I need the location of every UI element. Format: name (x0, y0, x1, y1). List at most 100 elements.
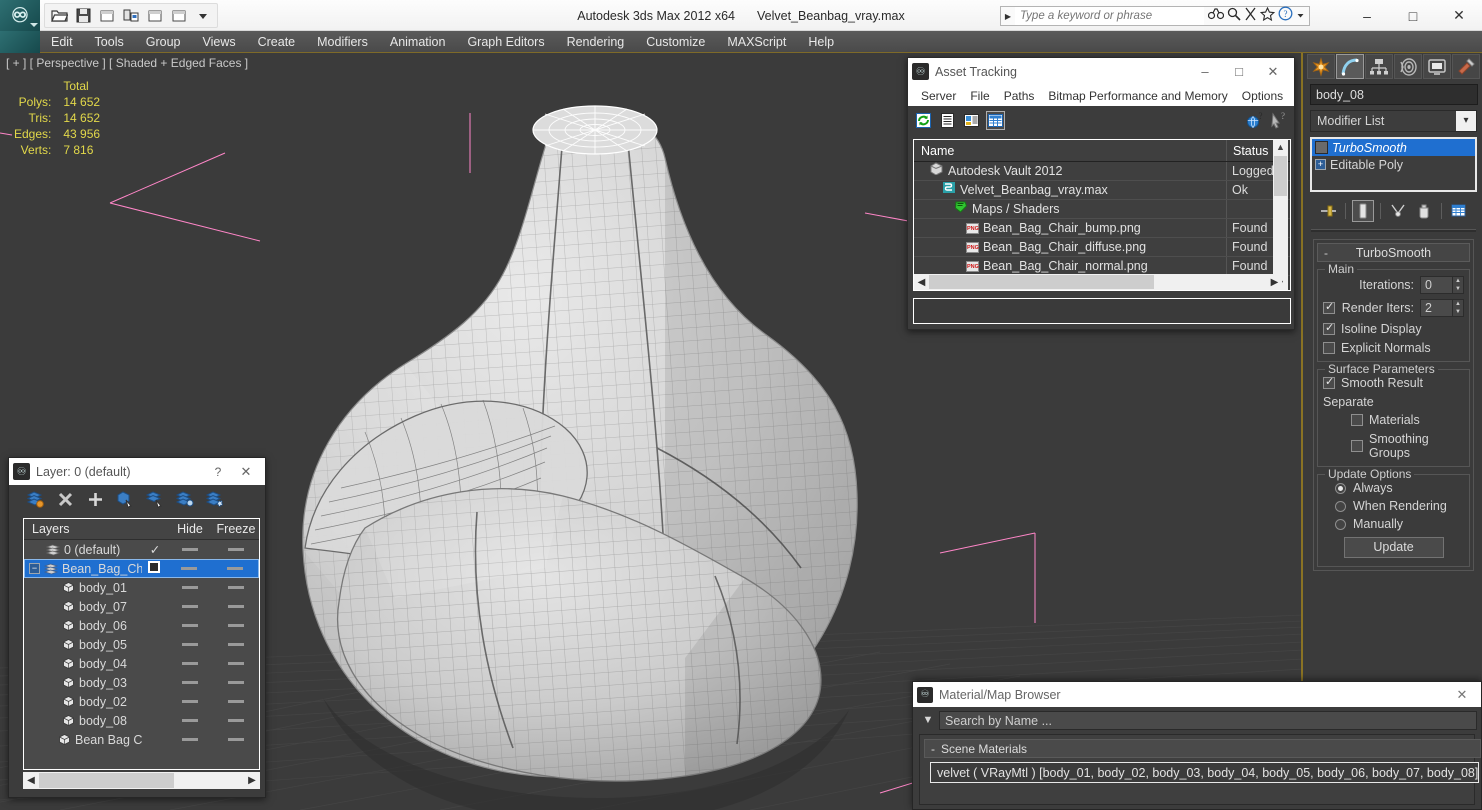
layer-properties-icon[interactable] (205, 489, 225, 509)
undo-icon[interactable] (97, 6, 117, 25)
layer-row-bean-bag-chair-object[interactable]: Bean Bag Chair (24, 730, 259, 749)
materials-checkbox[interactable] (1351, 414, 1363, 426)
smoothing-groups-checkbox[interactable] (1351, 440, 1363, 452)
asset-row-max-file[interactable]: Velvet_Beanbag_vray.max Ok (914, 181, 1290, 200)
menu-item-maxscript[interactable]: MAXScript (716, 31, 797, 53)
scroll-thumb[interactable] (1274, 156, 1287, 196)
asset-menu-options[interactable]: Options (1235, 89, 1290, 103)
iterations-spinner-arrows[interactable]: ▲ ▼ (1453, 276, 1464, 294)
update-manually-row[interactable]: Manually (1323, 517, 1464, 531)
freeze-toggle[interactable] (213, 662, 259, 665)
layer-row-body-08[interactable]: body_08 (24, 711, 259, 730)
hide-toggle[interactable] (167, 605, 213, 608)
scroll-right-icon[interactable]: ▶ (244, 775, 260, 786)
layer-current-check[interactable] (142, 561, 166, 576)
asset-list-horizontal-scrollbar[interactable]: ◀ ▶ (914, 274, 1282, 290)
isoline-display-checkbox[interactable] (1323, 321, 1335, 335)
update-manually-radio[interactable] (1335, 518, 1346, 530)
help-circle-icon[interactable]: ? (1278, 6, 1293, 26)
asset-menu-paths[interactable]: Paths (997, 89, 1042, 103)
layer-list[interactable]: Layers Hide Freeze 0 (default) ✓ − Bean_… (23, 518, 260, 770)
asset-row-bump-png[interactable]: PNG Bean_Bag_Chair_bump.png Found (914, 219, 1290, 238)
detail-view-icon[interactable] (962, 111, 981, 130)
scroll-thumb[interactable] (39, 773, 174, 788)
info-center-search[interactable]: ▶ ? (1000, 6, 1310, 26)
binoculars-icon[interactable] (1207, 7, 1225, 25)
layer-row-bean-bag-chair[interactable]: − Bean_Bag_Chair (24, 559, 259, 578)
explicit-normals-row[interactable]: Explicit Normals (1323, 341, 1464, 355)
smooth-result-row[interactable]: Smooth Result (1323, 375, 1464, 390)
menu-item-group[interactable]: Group (135, 31, 192, 53)
refresh-icon[interactable] (914, 111, 933, 130)
render-iters-spinner[interactable]: 2 ▲ ▼ (1420, 299, 1464, 317)
asset-menu-bitmap-performance[interactable]: Bitmap Performance and Memory (1041, 89, 1234, 103)
freeze-toggle[interactable] (213, 605, 259, 608)
materials-row[interactable]: Materials (1323, 413, 1464, 427)
asset-tracking-minimize-button[interactable]: – (1188, 59, 1222, 85)
freeze-toggle[interactable] (213, 738, 259, 741)
create-tab[interactable] (1307, 54, 1335, 79)
freeze-toggle[interactable] (213, 681, 259, 684)
group-collapse-icon[interactable]: - (931, 742, 935, 756)
hide-toggle[interactable] (167, 624, 213, 627)
hide-toggle[interactable] (167, 643, 213, 646)
qat-dropdown-icon[interactable] (193, 6, 213, 25)
layer-row-body-04[interactable]: body_04 (24, 654, 259, 673)
freeze-toggle[interactable] (213, 586, 259, 589)
layer-row-body-07[interactable]: body_07 (24, 597, 259, 616)
save-file-icon[interactable] (73, 6, 93, 25)
app-logo-button[interactable]: ♾ (0, 0, 40, 31)
layer-row-body-03[interactable]: body_03 (24, 673, 259, 692)
app-menu-caret-icon[interactable] (30, 23, 38, 27)
hide-toggle[interactable] (167, 548, 213, 551)
rollout-collapse-icon[interactable]: - (1318, 246, 1334, 260)
asset-tracking-dialog[interactable]: ♾ Asset Tracking – □ ✕ Server File Paths… (907, 57, 1295, 330)
hide-toggle[interactable] (167, 662, 213, 665)
freeze-toggle[interactable] (213, 643, 259, 646)
layer-list-horizontal-scrollbar[interactable]: ◀ ▶ (23, 772, 260, 789)
favorites-star-icon[interactable] (1259, 6, 1276, 26)
chevron-down-icon[interactable]: ▾ (1456, 111, 1476, 131)
pin-stack-icon[interactable] (1317, 200, 1339, 222)
expand-plus-icon[interactable]: + (1315, 159, 1326, 170)
material-item-velvet[interactable]: velvet ( VRayMtl ) [body_01, body_02, bo… (930, 762, 1480, 783)
window-maximize-button[interactable]: □ (1390, 0, 1436, 31)
iterations-spinner[interactable]: 0 ▲ ▼ (1420, 276, 1464, 294)
freeze-toggle[interactable] (212, 567, 258, 570)
menu-item-customize[interactable]: Customize (635, 31, 716, 53)
menu-item-views[interactable]: Views (191, 31, 246, 53)
layer-row-body-02[interactable]: body_02 (24, 692, 259, 711)
freeze-toggle[interactable] (213, 719, 259, 722)
search-input[interactable]: Search by Name ... (939, 710, 1477, 730)
scroll-right-icon[interactable]: ▶ (1267, 277, 1282, 288)
remove-modifier-icon[interactable] (1413, 200, 1435, 222)
asset-menu-file[interactable]: File (963, 89, 996, 103)
modifier-stack[interactable]: TurboSmooth + Editable Poly (1310, 137, 1477, 192)
window-minimize-button[interactable]: – (1344, 0, 1390, 31)
make-unique-icon[interactable] (1387, 200, 1409, 222)
collapse-minus-icon[interactable]: − (29, 563, 40, 574)
layer-row-body-05[interactable]: body_05 (24, 635, 259, 654)
menu-item-animation[interactable]: Animation (379, 31, 457, 53)
hide-toggle[interactable] (166, 567, 212, 570)
smooth-result-checkbox[interactable] (1323, 375, 1335, 389)
hide-toggle[interactable] (167, 719, 213, 722)
scroll-thumb[interactable] (929, 275, 1154, 289)
help-globe-icon[interactable]: ? (1245, 111, 1264, 130)
isoline-display-row[interactable]: Isoline Display (1323, 321, 1464, 336)
freeze-toggle[interactable] (213, 548, 259, 551)
hierarchy-tab[interactable] (1365, 54, 1393, 79)
select-highlighted-objects-icon[interactable] (145, 489, 165, 509)
menu-item-edit[interactable]: Edit (40, 31, 84, 53)
explicit-normals-checkbox[interactable] (1323, 342, 1335, 354)
magnifier-icon[interactable] (1227, 7, 1241, 26)
viewport-label[interactable]: [ + ] [ Perspective ] [ Shaded + Edged F… (6, 56, 248, 70)
menu-item-rendering[interactable]: Rendering (556, 31, 636, 53)
menu-item-graph-editors[interactable]: Graph Editors (456, 31, 555, 53)
iterations-value[interactable]: 0 (1420, 276, 1453, 294)
hide-toggle[interactable] (167, 586, 213, 589)
layer-row-body-06[interactable]: body_06 (24, 616, 259, 635)
window-close-button[interactable]: ✕ (1436, 0, 1482, 31)
asset-tracking-list[interactable]: Name Status Autodesk Vault 2012 Logged O (913, 139, 1291, 291)
motion-tab[interactable] (1394, 54, 1422, 79)
